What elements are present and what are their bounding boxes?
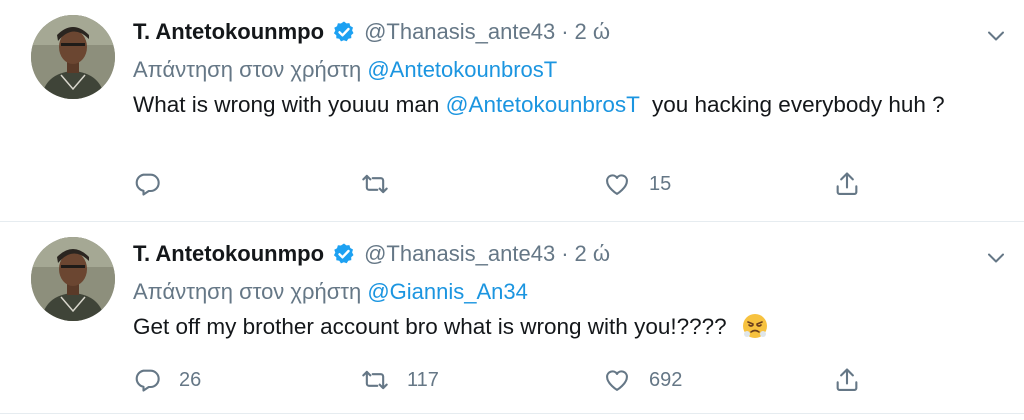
separator-dot: ·	[561, 19, 569, 44]
reply-context: Απάντηση στον χρήστη @AntetokounbrosT	[133, 52, 1004, 88]
retweet-button[interactable]	[361, 168, 407, 200]
retweet-count: 117	[407, 368, 439, 391]
avatar[interactable]	[31, 15, 115, 99]
reply-icon	[135, 369, 160, 392]
tweet-header: T. Antetokounmpo @Thanasis_ante43 · 2 ώ	[133, 12, 1004, 52]
tweet[interactable]: T. Antetokounmpo @Thanasis_ante43 · 2 ώ …	[0, 0, 1024, 222]
chevron-down-icon[interactable]	[984, 246, 1008, 270]
reply-count: 26	[179, 368, 202, 391]
like-button[interactable]: 15	[603, 168, 671, 200]
avatar[interactable]	[31, 237, 115, 321]
retweet-button[interactable]: 117	[361, 364, 439, 396]
author-name[interactable]: T. Antetokounmpo	[133, 19, 324, 45]
reply-to-mention[interactable]: @Giannis_An34	[367, 279, 528, 304]
share-icon	[836, 172, 858, 195]
verified-badge-icon	[332, 242, 356, 266]
reply-prefix: Απάντηση στον χρήστη	[133, 57, 362, 82]
retweet-icon	[362, 174, 388, 194]
retweet-icon	[362, 370, 388, 390]
tweet-text: What is wrong with youuu man @Antetokoun…	[133, 88, 1004, 121]
tweet-mention[interactable]: @AntetokounbrosT	[446, 92, 640, 117]
like-count: 692	[649, 368, 683, 391]
share-icon	[836, 368, 858, 391]
share-button[interactable]	[833, 168, 861, 200]
like-button[interactable]: 692	[603, 364, 682, 396]
tweet-feed: T. Antetokounmpo @Thanasis_ante43 · 2 ώ …	[0, 0, 1024, 420]
tweet-header: T. Antetokounmpo @Thanasis_ante43 · 2 ώ	[133, 234, 1004, 274]
author-name[interactable]: T. Antetokounmpo	[133, 241, 324, 267]
separator-dot: ·	[561, 241, 569, 266]
reply-icon	[135, 173, 160, 196]
reply-button[interactable]: 26	[133, 364, 201, 396]
like-count: 15	[649, 172, 672, 195]
tweet-text-part: you hacking everybody huh ?	[651, 92, 945, 117]
heart-icon	[606, 370, 628, 391]
timestamp[interactable]: 2 ώ	[575, 19, 611, 45]
reply-prefix: Απάντηση στον χρήστη	[133, 279, 362, 304]
heart-icon	[606, 174, 628, 195]
face-with-steam-from-nose-icon	[741, 312, 769, 340]
tweet-text-part: What is wrong with youuu man	[133, 92, 440, 117]
reply-button[interactable]	[133, 168, 179, 200]
share-button[interactable]	[833, 364, 861, 396]
reply-to-mention[interactable]: @AntetokounbrosT	[367, 57, 557, 82]
tweet-text-part: Get off my brother account bro what is w…	[133, 314, 727, 339]
author-handle[interactable]: @Thanasis_ante43	[364, 241, 555, 267]
chevron-down-icon[interactable]	[984, 24, 1008, 48]
tweet-text: Get off my brother account bro what is w…	[133, 310, 1004, 343]
timestamp[interactable]: 2 ώ	[575, 241, 611, 267]
tweet[interactable]: T. Antetokounmpo @Thanasis_ante43 · 2 ώ …	[0, 222, 1024, 414]
author-handle[interactable]: @Thanasis_ante43	[364, 19, 555, 45]
verified-badge-icon	[332, 20, 356, 44]
reply-context: Απάντηση στον χρήστη @Giannis_An34	[133, 274, 1004, 310]
